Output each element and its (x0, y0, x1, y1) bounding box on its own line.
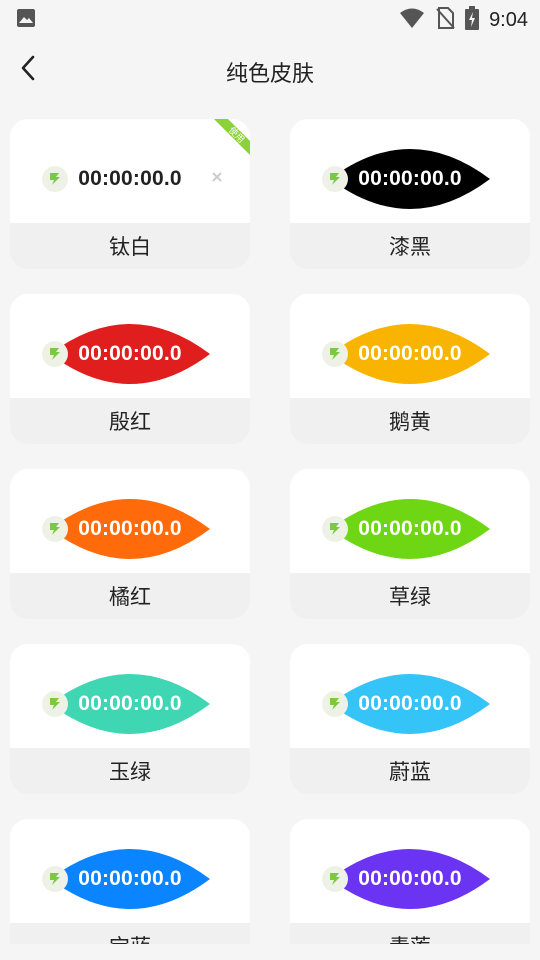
skin-name-label: 宝蓝 (10, 923, 250, 944)
status-bar: 9:04 (0, 0, 540, 36)
skin-name-label: 草绿 (290, 573, 530, 619)
close-icon (210, 519, 224, 533)
skin-card[interactable]: 00:00:00.0 青莲 (290, 819, 530, 944)
skin-card[interactable]: 00:00:00.0 橘红 (10, 469, 250, 619)
no-sim-icon (435, 7, 455, 33)
app-logo-icon (322, 516, 348, 542)
skin-preview: 00:00:00.0 (10, 644, 250, 748)
skin-name-label: 殷红 (10, 398, 250, 444)
timer-text: 00:00:00.0 (358, 867, 462, 890)
app-bar: 纯色皮肤 (0, 36, 540, 104)
close-icon (490, 519, 504, 533)
app-logo-icon (42, 691, 68, 717)
app-logo-icon (42, 516, 68, 542)
skin-grid: 00:00:00.0 使用 钛白 00:00:00.0 漆黑 00:00:00.0 殷红 00… (0, 104, 540, 944)
app-logo-icon (42, 166, 68, 192)
timer-widget-preview: 00:00:00.0 (42, 674, 222, 734)
skin-preview: 00:00:00.0 (290, 644, 530, 748)
skin-name-label: 漆黑 (290, 223, 530, 269)
app-logo-icon (42, 866, 68, 892)
close-icon (490, 169, 504, 183)
page-title: 纯色皮肤 (225, 62, 314, 87)
timer-widget-preview: 00:00:00.0 (322, 674, 502, 734)
timer-text: 00:00:00.0 (78, 517, 182, 540)
skin-preview: 00:00:00.0 (290, 119, 530, 223)
skin-preview: 00:00:00.0 (10, 469, 250, 573)
app-logo-icon (322, 166, 348, 192)
skin-name-label: 青莲 (290, 923, 530, 944)
skin-card[interactable]: 00:00:00.0 使用钛白 (10, 119, 250, 269)
skin-name-label: 钛白 (10, 223, 250, 269)
timer-widget-preview: 00:00:00.0 (42, 849, 222, 909)
skin-preview: 00:00:00.0 (290, 294, 530, 398)
timer-widget-preview: 00:00:00.0 (322, 149, 502, 209)
skin-card[interactable]: 00:00:00.0 玉绿 (10, 644, 250, 794)
timer-widget-preview: 00:00:00.0 (322, 324, 502, 384)
skin-name-label: 蔚蓝 (290, 748, 530, 794)
skin-card[interactable]: 00:00:00.0 殷红 (10, 294, 250, 444)
app-logo-icon (42, 341, 68, 367)
skin-preview: 00:00:00.0 (290, 819, 530, 923)
timer-text: 00:00:00.0 (78, 692, 182, 715)
wifi-icon (399, 7, 425, 33)
skin-name-label: 玉绿 (10, 748, 250, 794)
timer-text: 00:00:00.0 (358, 167, 462, 190)
in-use-ribbon: 使用 (206, 119, 250, 163)
timer-widget-preview: 00:00:00.0 (322, 849, 502, 909)
skin-preview: 00:00:00.0 (10, 819, 250, 923)
timer-widget-preview: 00:00:00.0 (42, 324, 222, 384)
timer-text: 00:00:00.0 (358, 342, 462, 365)
close-icon (210, 869, 224, 883)
close-icon (490, 344, 504, 358)
skin-preview: 00:00:00.0 使用 (10, 119, 250, 223)
close-icon (490, 869, 504, 883)
timer-text: 00:00:00.0 (358, 692, 462, 715)
timer-widget-preview: 00:00:00.0 (322, 499, 502, 559)
skin-preview: 00:00:00.0 (10, 294, 250, 398)
timer-text: 00:00:00.0 (358, 517, 462, 540)
close-icon (490, 694, 504, 708)
timer-widget-preview: 00:00:00.0 (42, 499, 222, 559)
skin-card[interactable]: 00:00:00.0 漆黑 (290, 119, 530, 269)
skin-card[interactable]: 00:00:00.0 蔚蓝 (290, 644, 530, 794)
close-icon (210, 344, 224, 358)
app-logo-icon (322, 866, 348, 892)
skin-name-label: 橘红 (10, 573, 250, 619)
image-icon (16, 8, 36, 32)
skin-card[interactable]: 00:00:00.0 鹅黄 (290, 294, 530, 444)
app-logo-icon (322, 691, 348, 717)
status-time: 9:04 (489, 8, 528, 31)
close-icon (210, 694, 224, 708)
timer-text: 00:00:00.0 (78, 167, 182, 190)
skin-card[interactable]: 00:00:00.0 草绿 (290, 469, 530, 619)
skin-name-label: 鹅黄 (290, 398, 530, 444)
skin-card[interactable]: 00:00:00.0 宝蓝 (10, 819, 250, 944)
timer-widget-preview: 00:00:00.0 (42, 149, 222, 209)
battery-charging-icon (465, 6, 480, 34)
skin-preview: 00:00:00.0 (290, 469, 530, 573)
timer-text: 00:00:00.0 (78, 342, 182, 365)
app-logo-icon (322, 341, 348, 367)
close-icon (210, 169, 224, 183)
timer-text: 00:00:00.0 (78, 867, 182, 890)
